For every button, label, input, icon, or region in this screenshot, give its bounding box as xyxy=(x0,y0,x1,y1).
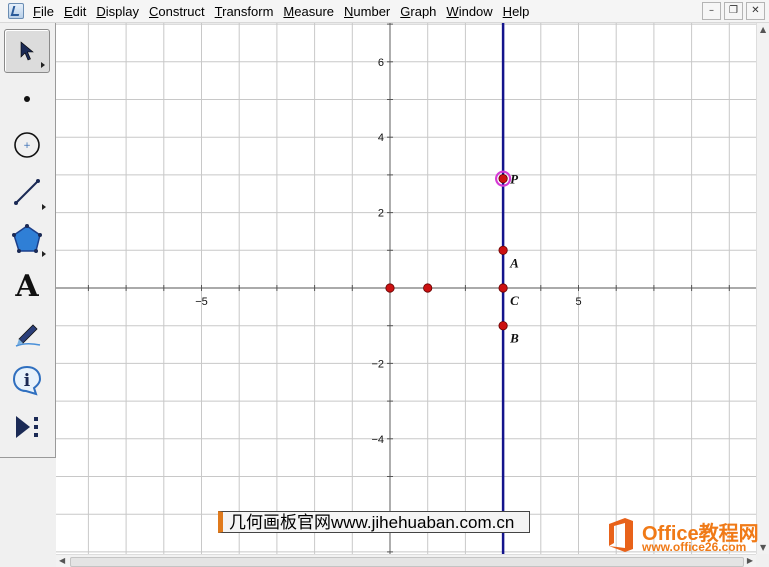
point-unlabeled-5[interactable] xyxy=(423,283,433,293)
scroll-up-icon[interactable]: ▲ xyxy=(760,25,766,34)
play-dots-icon xyxy=(16,416,38,438)
site-watermark: 几何画板官网www.jihehuaban.com.cn xyxy=(218,511,530,533)
menu-construct[interactable]: Construct xyxy=(146,4,212,19)
y-tick-label: 2 xyxy=(378,208,384,220)
coordinate-graph[interactable]: −5 5 6 4 2 −2 −4 P A C B xyxy=(56,23,756,554)
point-c[interactable] xyxy=(498,283,508,293)
sketch-canvas[interactable]: −5 5 6 4 2 −2 −4 P A C B xyxy=(56,23,756,554)
compass-tool[interactable]: + xyxy=(4,123,50,167)
point-label-b: B xyxy=(509,331,519,346)
point-tool[interactable] xyxy=(4,77,50,121)
text-tool[interactable]: A xyxy=(4,264,50,308)
information-tool[interactable]: i xyxy=(4,358,50,402)
point-icon xyxy=(24,96,30,102)
circle-icon: + xyxy=(14,132,40,158)
office-watermark-url: www.office26.com xyxy=(642,540,747,554)
point-a[interactable] xyxy=(498,245,508,255)
custom-tools[interactable] xyxy=(4,405,50,449)
y-tick-label: −4 xyxy=(371,434,384,446)
menu-bar: File Edit Display Construct Transform Measure… xyxy=(0,0,769,23)
point-label-p: P xyxy=(510,172,519,187)
y-tick-label: 6 xyxy=(378,57,384,69)
polygon-tool[interactable] xyxy=(4,217,50,261)
segment-icon xyxy=(14,179,40,205)
app-icon[interactable] xyxy=(8,3,24,19)
marker-tool[interactable] xyxy=(4,311,50,355)
menu-items: File Edit Display Construct Transform Measure… xyxy=(30,4,536,19)
submenu-triangle-icon xyxy=(41,62,45,68)
x-tick-label: −5 xyxy=(195,296,208,308)
straightedge-tool[interactable] xyxy=(4,170,50,214)
office-logo-icon xyxy=(609,518,633,552)
info-icon: i xyxy=(12,365,42,396)
minimize-icon[interactable]: – xyxy=(702,2,721,20)
point-label-a: A xyxy=(509,255,519,270)
menu-transform[interactable]: Transform xyxy=(212,4,281,19)
menu-graph[interactable]: Graph xyxy=(397,4,443,19)
text-a-icon: A xyxy=(15,268,39,304)
polygon-icon xyxy=(12,224,42,253)
arrow-cursor-icon xyxy=(20,41,34,61)
office-watermark: Office教程网 www.office26.com xyxy=(606,515,766,559)
menu-number[interactable]: Number xyxy=(341,4,397,19)
menu-display[interactable]: Display xyxy=(93,4,146,19)
x-tick-label: 5 xyxy=(575,296,581,308)
vertical-scrollbar[interactable]: ▲ ▼ xyxy=(756,23,769,554)
y-tick-label: −2 xyxy=(371,358,384,370)
svg-text:i: i xyxy=(24,371,31,391)
menu-measure[interactable]: Measure xyxy=(280,4,341,19)
menu-help[interactable]: Help xyxy=(500,4,537,19)
point-b[interactable] xyxy=(498,321,508,331)
point-label-c: C xyxy=(510,293,519,308)
menu-file[interactable]: File xyxy=(30,4,61,19)
marker-pen-icon xyxy=(15,324,41,347)
scroll-left-icon[interactable]: ◀ xyxy=(59,556,65,565)
restore-icon[interactable]: ❐ xyxy=(724,2,743,20)
submenu-triangle-icon xyxy=(42,204,46,210)
toolbox: + A i xyxy=(0,23,56,458)
point-unlabeled-4[interactable] xyxy=(385,283,395,293)
svg-text:+: + xyxy=(23,141,31,151)
window-controls: – ❐ ✕ xyxy=(702,2,765,20)
menu-edit[interactable]: Edit xyxy=(61,4,93,19)
y-tick-label: 4 xyxy=(378,132,384,144)
close-icon[interactable]: ✕ xyxy=(746,2,765,20)
point-p[interactable] xyxy=(498,174,508,184)
menu-window[interactable]: Window xyxy=(443,4,499,19)
arrow-select-tool[interactable] xyxy=(4,29,50,73)
submenu-triangle-icon xyxy=(42,251,46,257)
